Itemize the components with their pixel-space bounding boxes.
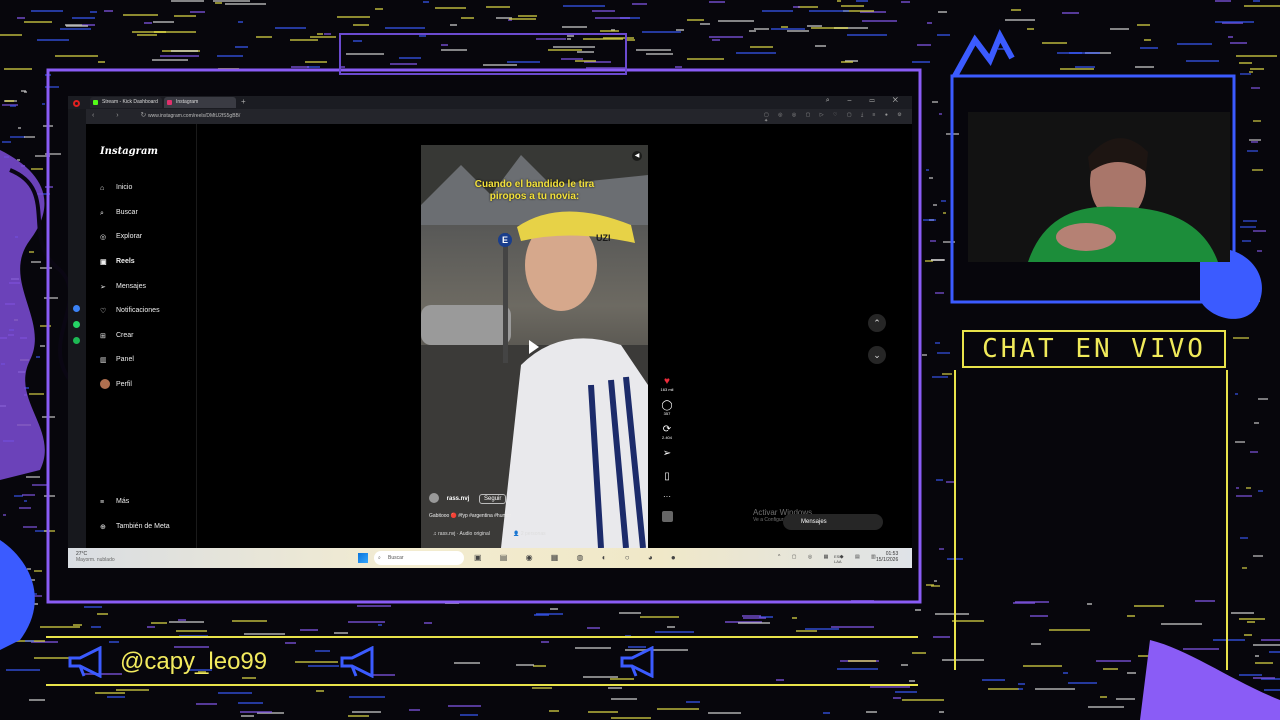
taskbar-search[interactable]: ⌕ Buscar <box>374 551 464 565</box>
reel-audio[interactable]: ♫ rass.nvj · Audio original 👤 2 personas <box>433 531 546 537</box>
repost-count: 2.404 <box>661 435 672 440</box>
megaphone-icon <box>340 646 374 678</box>
home-icon: ⌂ <box>100 185 105 193</box>
menu-icon: ≡ <box>100 499 105 507</box>
kick-icon <box>93 100 98 105</box>
windows-taskbar: 27°C Mayorm. nublado ⌕ Buscar ▣ ▤ ◉ ▦ ◍ … <box>68 548 912 568</box>
chat-title: CHAT EN VIVO <box>962 330 1226 368</box>
tray-icons[interactable]: ^ ▢ ◎ ▦ ◆ ▤ ▥ <box>778 554 881 560</box>
tab-instagram[interactable]: Instagram <box>164 97 236 108</box>
megaphone-icon <box>68 646 102 678</box>
compass-icon: ◎ <box>100 234 107 242</box>
browser-window: Stream - Kick Dashboard Instagram + ⌕ – … <box>68 96 912 548</box>
reel-author-row: rass.nvj Seguir <box>429 493 507 504</box>
cap-sign-letter: E <box>498 233 512 247</box>
comment-count: 357 <box>663 411 671 416</box>
cap-text: UZI <box>596 233 611 243</box>
play-icon[interactable] <box>529 340 539 354</box>
language-indicator[interactable]: ESP LAA <box>834 554 850 564</box>
audio-thumbnail[interactable] <box>661 511 673 522</box>
heart-icon: ♡ <box>100 308 107 316</box>
more-icon[interactable]: ··· <box>658 492 676 501</box>
nav-mensajes[interactable]: ➢ Mensajes <box>100 280 146 294</box>
comment-icon[interactable]: ◯ <box>658 400 676 411</box>
extension-icons[interactable]: ▢ ◎ ◎ ▢ ▷ ♡ ▢ ⤓ ≡ ● ⚙ ✦ <box>764 112 912 124</box>
nav-mas[interactable]: ≡ Más <box>100 495 129 509</box>
reel-caption-line1: Cuando el bandido le tira <box>474 179 595 190</box>
nav-tambien-de-meta[interactable]: ⊕ También de Meta <box>100 520 170 534</box>
instagram-sidebar: Instagram ⌂ Inicio ⌕ Buscar ◎ Explorar ▣ Ree… <box>86 124 197 548</box>
messages-pill-label: Mensajes <box>801 519 827 525</box>
chart-icon: ▥ <box>100 357 107 365</box>
author-avatar[interactable] <box>429 493 439 503</box>
previous-reel-button[interactable]: ⌃ <box>868 314 886 332</box>
weather-widget[interactable]: 27°C Mayorm. nublado <box>76 551 115 563</box>
pinned-apps[interactable]: ▣ ▤ ◉ ▦ ◍ ◐ ○ ◕ ● <box>474 553 684 562</box>
messenger-icon[interactable] <box>73 305 80 312</box>
megaphone-icon <box>620 646 654 678</box>
save-icon[interactable]: ▯ <box>658 471 676 482</box>
avatar-icon <box>100 379 110 390</box>
instagram-icon <box>167 100 172 105</box>
reel-description: Gabitooo 🔴 #fyp #argentina #humor <box>429 513 512 519</box>
streamer-handle: @capy_leo99 <box>120 648 268 675</box>
repost-icon[interactable]: ⟳ <box>658 424 676 435</box>
nav-panel[interactable]: ▥ Panel <box>100 353 134 367</box>
webcam-feed <box>968 112 1230 262</box>
reel-video[interactable]: E UZI Cuando el bandido le tira piropos … <box>421 145 648 548</box>
opera-icon[interactable] <box>73 100 80 107</box>
start-button[interactable] <box>358 553 368 563</box>
instagram-logo[interactable]: Instagram <box>100 146 158 157</box>
like-count: 163 mil <box>660 387 674 392</box>
nav-perfil[interactable]: Perfil <box>100 378 132 392</box>
nav-explorar[interactable]: ◎ Explorar <box>100 230 142 244</box>
nav-buttons[interactable]: ‹ › ↻ <box>92 111 156 119</box>
nav-crear[interactable]: ⊞ Crear <box>100 329 134 343</box>
search-icon: ⌕ <box>378 555 381 561</box>
search-icon: ⌕ <box>100 210 104 218</box>
reel-caption-line2: piropos a tu novia: <box>489 191 580 202</box>
whatsapp-icon[interactable] <box>73 321 80 328</box>
nav-inicio[interactable]: ⌂ Inicio <box>100 181 132 195</box>
tab-label: Stream - Kick Dashboard <box>102 99 158 105</box>
send-icon: ➢ <box>100 284 106 292</box>
url-field[interactable]: www.instagram.com/reels/DMtU2fS5gBB/ <box>148 112 838 121</box>
window-controls[interactable]: ⌕ – ▭ ✕ <box>826 97 906 105</box>
nav-reels[interactable]: ▣ Reels <box>100 255 135 269</box>
address-bar: ‹ › ↻ www.instagram.com/reels/DMtU2fS5gB… <box>68 109 912 124</box>
tab-kick-dashboard[interactable]: Stream - Kick Dashboard <box>90 97 162 108</box>
plus-square-icon: ⊞ <box>100 333 106 341</box>
spotify-icon[interactable] <box>73 337 80 344</box>
clock[interactable]: 01:53 15/1/2026 <box>876 551 898 563</box>
follow-button[interactable]: Seguir <box>479 493 507 504</box>
browser-sidebar <box>68 100 86 548</box>
tab-label: Instagram <box>176 99 199 105</box>
meta-icon: ⊕ <box>100 524 106 532</box>
streamer-silhouette <box>968 112 1230 262</box>
reel-actions: ♥ 163 mil ◯ 357 ⟳ 2.404 ➢ ▯ ··· <box>658 376 676 522</box>
nav-buscar[interactable]: ⌕ Buscar <box>100 206 138 220</box>
mute-icon[interactable]: ◀ <box>632 151 642 161</box>
share-icon[interactable]: ➢ <box>658 448 676 459</box>
author-name[interactable]: rass.nvj <box>447 496 470 502</box>
messages-pill[interactable]: Mensajes <box>783 514 883 530</box>
next-reel-button[interactable]: ⌄ <box>868 346 886 364</box>
tab-bar: Stream - Kick Dashboard Instagram + ⌕ – … <box>68 96 912 109</box>
new-tab-button[interactable]: + <box>241 97 246 106</box>
chat-panel <box>954 370 1228 670</box>
reels-icon: ▣ <box>100 259 107 267</box>
nav-notificaciones[interactable]: ♡ Notificaciones <box>100 304 160 318</box>
like-icon[interactable]: ♥ <box>658 376 676 387</box>
people-icon: 👤 <box>513 531 521 537</box>
